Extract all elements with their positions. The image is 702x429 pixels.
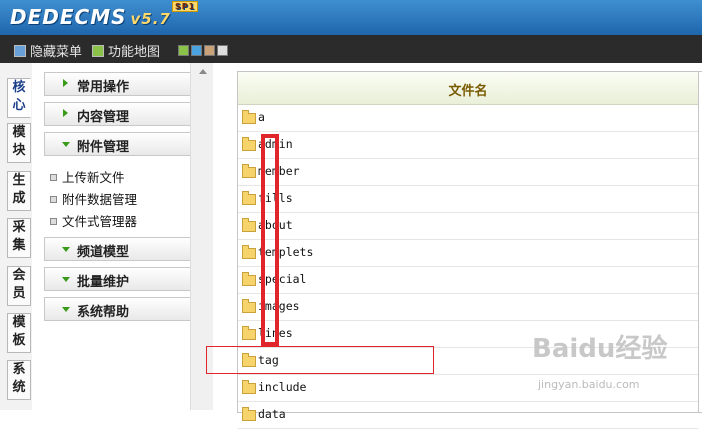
- file-name[interactable]: data: [258, 407, 286, 421]
- table-row[interactable]: data: [238, 402, 698, 429]
- menu-item-label: 文件式管理器: [62, 214, 138, 229]
- column-header-filename: 文件名: [448, 84, 488, 99]
- folder-icon: [242, 272, 256, 286]
- bullet-icon: [50, 174, 57, 181]
- menu-section-help[interactable]: 系统帮助: [44, 297, 214, 321]
- folder-icon: [242, 137, 256, 151]
- collapse-arrow-icon: [62, 277, 70, 282]
- scroll-up-icon[interactable]: [199, 69, 207, 74]
- file-name[interactable]: include: [258, 380, 306, 394]
- folder-icon: [242, 407, 256, 421]
- theme-swatch-green[interactable]: [178, 45, 189, 56]
- folder-icon: [242, 245, 256, 259]
- expand-arrow-icon: [63, 109, 68, 117]
- red-highlight-box: [206, 346, 434, 374]
- collapse-arrow-icon: [62, 142, 70, 147]
- theme-swatch-brown[interactable]: [204, 45, 215, 56]
- section-label: 系统帮助: [77, 305, 130, 320]
- table-row[interactable]: admin: [238, 132, 698, 159]
- module-tabs: 核心 模块 生成 采集 会员 模板 系统: [0, 63, 33, 410]
- section-label: 附件管理: [77, 140, 130, 155]
- folder-icon: [242, 164, 256, 178]
- bullet-icon: [50, 218, 57, 225]
- theme-swatch-blue[interactable]: [191, 45, 202, 56]
- watermark-brand: Baidu经验: [532, 334, 668, 364]
- top-toolbar: 隐藏菜单 功能地图: [0, 35, 702, 63]
- side-menu: 常用操作 内容管理 附件管理 上传新文件 附件数据管理 文件式管理器 频道模型 …: [32, 63, 214, 410]
- red-highlight-bar: [261, 134, 279, 346]
- watermark-url: jingyan.baidu.com: [538, 378, 640, 391]
- tab-member[interactable]: 会员: [7, 266, 31, 306]
- section-label: 批量维护: [77, 275, 130, 290]
- tab-module[interactable]: 模块: [7, 123, 31, 163]
- section-label: 频道模型: [77, 245, 130, 260]
- menu-section-common[interactable]: 常用操作: [44, 72, 214, 96]
- app-header: DEDECMS v5.7 SP1: [0, 0, 702, 35]
- folder-icon: [242, 191, 256, 205]
- table-row[interactable]: images: [238, 294, 698, 321]
- folder-icon: [242, 299, 256, 313]
- theme-swatch-gray[interactable]: [217, 45, 228, 56]
- expand-arrow-icon: [63, 79, 68, 87]
- menu-item-file-manager[interactable]: 文件式管理器: [50, 211, 137, 230]
- table-row[interactable]: about: [238, 213, 698, 240]
- menu-section-channel[interactable]: 频道模型: [44, 237, 214, 261]
- function-map-button[interactable]: 功能地图: [92, 41, 160, 60]
- folder-icon: [242, 218, 256, 232]
- menu-section-content[interactable]: 内容管理: [44, 102, 214, 126]
- table-row[interactable]: a: [238, 105, 698, 132]
- tab-core[interactable]: 核心: [7, 78, 31, 118]
- version-label: v5.7: [130, 10, 171, 28]
- table-row[interactable]: member: [238, 159, 698, 186]
- menu-section-attachment[interactable]: 附件管理: [44, 132, 214, 156]
- file-name[interactable]: a: [258, 110, 265, 124]
- version-badge: SP1: [172, 1, 199, 12]
- collapse-arrow-icon: [62, 247, 70, 252]
- section-label: 常用操作: [77, 80, 130, 95]
- folder-icon: [242, 110, 256, 124]
- table-row[interactable]: templets: [238, 240, 698, 267]
- table-row[interactable]: special: [238, 267, 698, 294]
- function-map-label: 功能地图: [108, 45, 161, 60]
- tab-template[interactable]: 模板: [7, 313, 31, 353]
- menu-item-upload[interactable]: 上传新文件: [50, 167, 125, 186]
- folder-icon: [242, 326, 256, 340]
- section-label: 内容管理: [77, 110, 130, 125]
- menu-section-batch[interactable]: 批量维护: [44, 267, 214, 291]
- menu-item-label: 附件数据管理: [62, 192, 138, 207]
- folder-icon: [242, 380, 256, 394]
- bullet-icon: [50, 196, 57, 203]
- tab-collect[interactable]: 采集: [7, 218, 31, 258]
- collapse-arrow-icon: [62, 307, 70, 312]
- tab-system[interactable]: 系统: [7, 360, 31, 400]
- menu-item-attachment-data[interactable]: 附件数据管理: [50, 189, 137, 208]
- table-row[interactable]: fills: [238, 186, 698, 213]
- table-header: 文件名: [238, 72, 698, 105]
- baidu-watermark: Baidu经验: [532, 328, 667, 365]
- tab-generate[interactable]: 生成: [7, 171, 31, 211]
- panel-icon: [14, 45, 26, 57]
- menu-item-label: 上传新文件: [62, 170, 125, 185]
- grid-icon: [92, 45, 104, 57]
- dedecms-logo: DEDECMS v5.7 SP1: [10, 1, 199, 29]
- column-divider: [698, 72, 699, 412]
- logo-text: DEDECMS: [10, 5, 127, 29]
- hide-menu-button[interactable]: 隐藏菜单: [14, 41, 82, 60]
- hide-menu-label: 隐藏菜单: [30, 45, 83, 60]
